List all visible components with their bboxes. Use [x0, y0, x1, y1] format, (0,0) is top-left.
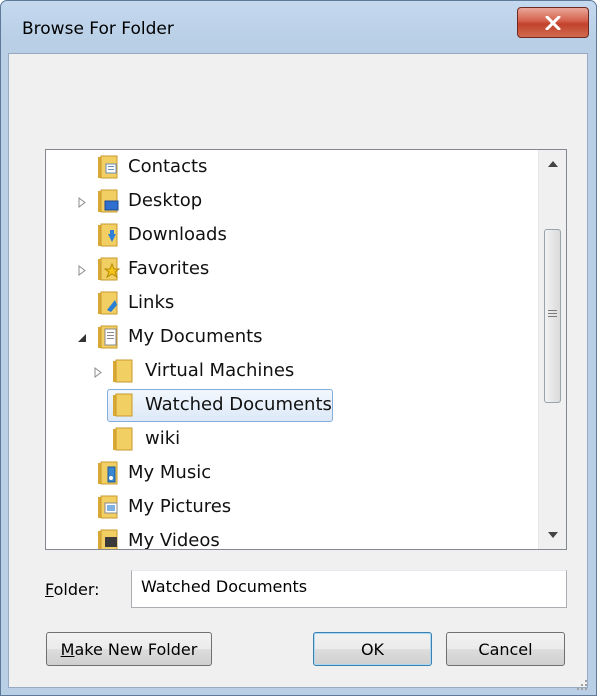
expand-arrow-icon[interactable]	[77, 196, 87, 208]
tree-item-virtual-machines[interactable]: Virtual Machines	[145, 359, 294, 383]
tree-item-links[interactable]: Links	[128, 291, 174, 315]
tree-item-wiki[interactable]: wiki	[145, 427, 180, 451]
dialog-title: Browse For Folder	[22, 19, 174, 39]
expand-arrow-icon[interactable]	[93, 366, 103, 378]
desktop-folder-icon	[95, 188, 121, 214]
folder-tree-view[interactable]: Contacts Desktop Downloads Favorites Lin…	[45, 149, 567, 550]
links-folder-icon	[95, 290, 121, 316]
downloads-folder-icon	[95, 222, 121, 248]
tree-item-my-videos[interactable]: My Videos	[128, 529, 220, 549]
cancel-button[interactable]: Cancel	[446, 632, 565, 666]
folder-icon	[110, 426, 136, 452]
tree-item-my-documents[interactable]: My Documents	[128, 325, 263, 349]
collapse-arrow-icon[interactable]	[77, 332, 87, 344]
ok-button[interactable]: OK	[313, 632, 432, 666]
close-icon	[545, 16, 561, 30]
close-button[interactable]	[517, 7, 589, 38]
make-new-folder-label: ake New Folder	[74, 639, 198, 659]
tree-item-my-music[interactable]: My Music	[128, 461, 211, 485]
videos-folder-icon	[95, 528, 121, 549]
tree-item-favorites[interactable]: Favorites	[128, 257, 209, 281]
music-folder-icon	[95, 460, 121, 486]
vertical-scrollbar[interactable]	[538, 150, 566, 549]
tree-item-my-pictures[interactable]: My Pictures	[128, 495, 231, 519]
scrollbar-thumb[interactable]	[544, 229, 561, 403]
expand-arrow-icon[interactable]	[77, 264, 87, 276]
tree-item-contacts[interactable]: Contacts	[128, 155, 207, 179]
folder-name-input[interactable]: Watched Documents	[131, 570, 567, 608]
tree-item-watched-documents[interactable]: Watched Documents	[145, 393, 332, 417]
documents-folder-icon	[95, 324, 121, 350]
contacts-folder-icon	[95, 154, 121, 180]
resize-grip-icon[interactable]	[576, 676, 588, 690]
scroll-up-arrow-icon[interactable]	[539, 150, 566, 178]
folder-label-text: older:	[53, 580, 100, 599]
folder-label-accelerator: F	[45, 580, 54, 599]
scroll-down-arrow-icon[interactable]	[539, 521, 566, 549]
make-new-folder-accelerator: M	[60, 639, 75, 659]
tree-item-downloads[interactable]: Downloads	[128, 223, 227, 247]
pictures-folder-icon	[95, 494, 121, 520]
make-new-folder-button[interactable]: Make New Folder	[46, 632, 212, 666]
folder-field-label: Folder:	[45, 580, 100, 599]
folder-icon	[110, 392, 136, 418]
tree-item-desktop[interactable]: Desktop	[128, 189, 202, 213]
folder-icon	[110, 358, 136, 384]
favorites-folder-icon	[95, 256, 121, 282]
